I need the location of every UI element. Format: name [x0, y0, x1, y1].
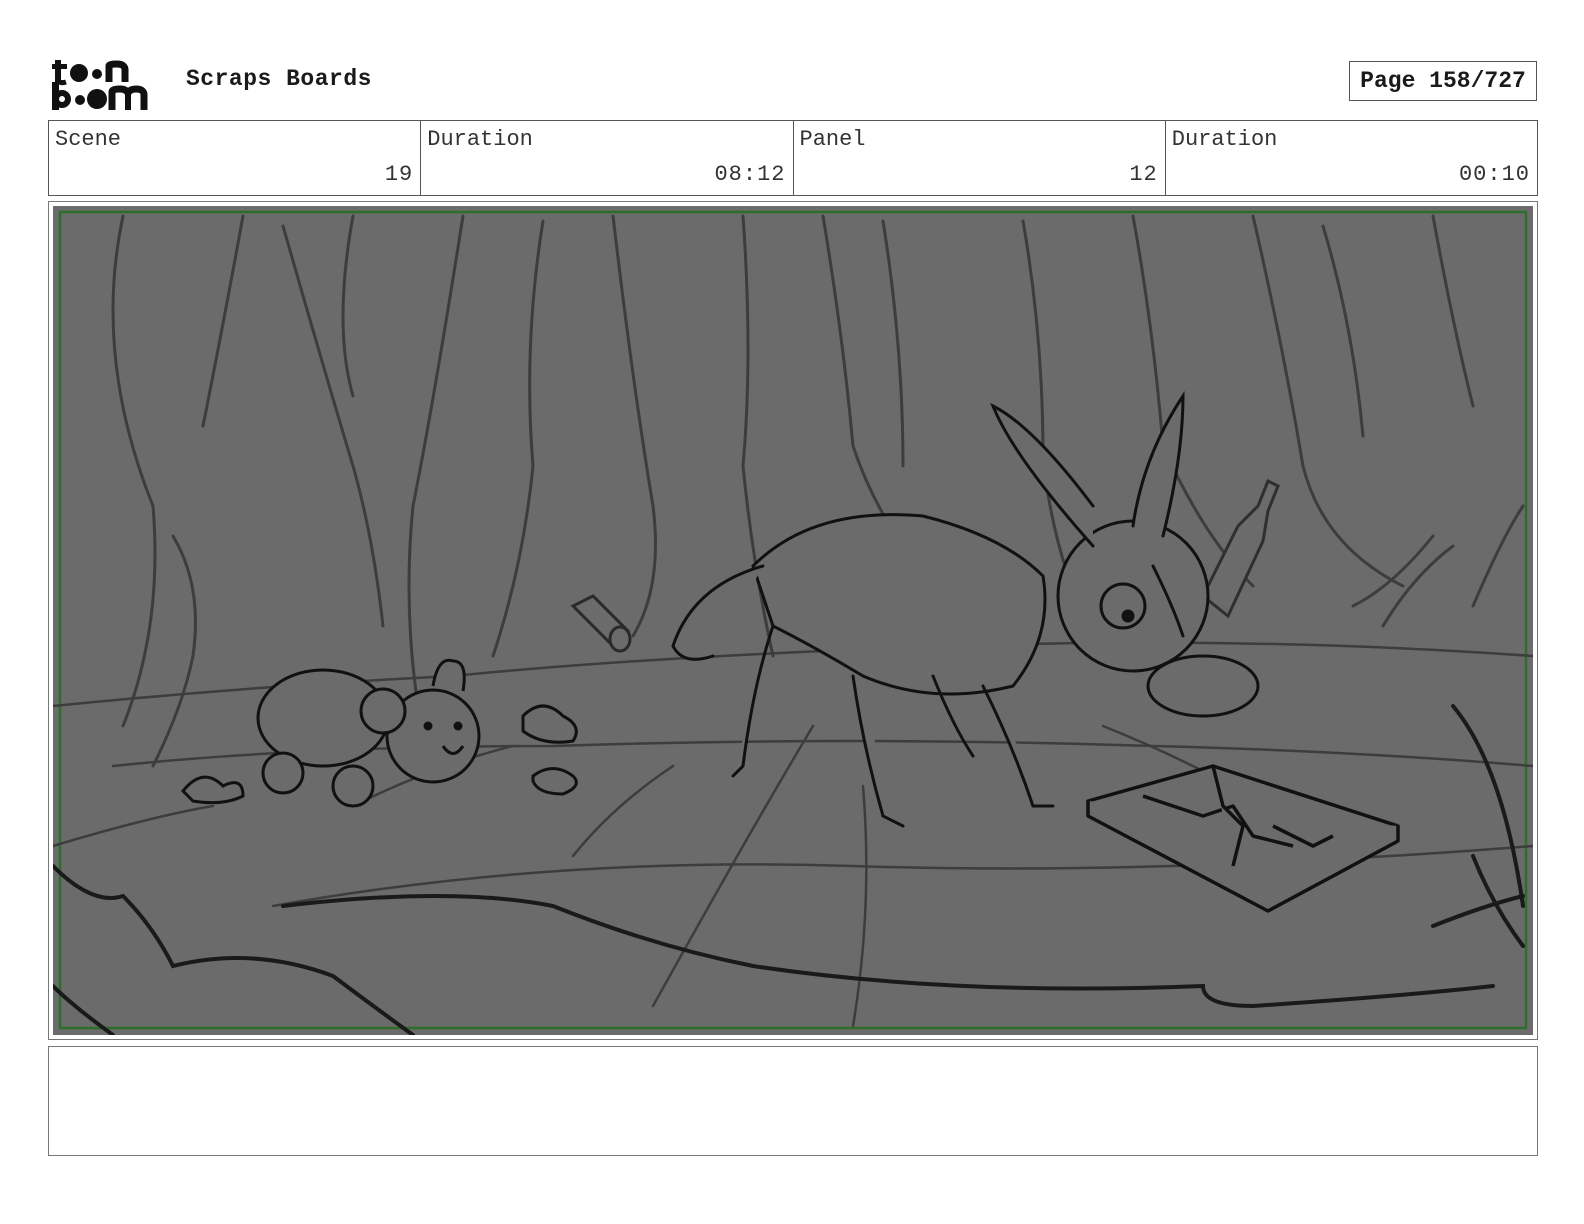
panel-cell: Panel 12 — [794, 121, 1166, 195]
toon-boom-logo — [52, 60, 148, 110]
page-number: Page 158/727 — [1349, 61, 1537, 101]
document-title: Scraps Boards — [186, 66, 372, 92]
storyboard-drawing — [53, 206, 1533, 1035]
panel-notes — [48, 1046, 1538, 1156]
scene-value: 19 — [384, 162, 414, 187]
scene-info-row: Scene 19 Duration 08:12 Panel 12 Duratio… — [48, 120, 1538, 196]
panel-label: Panel — [799, 127, 866, 152]
panel-duration-value: 00:10 — [1458, 162, 1530, 187]
scene-cell: Scene 19 — [49, 121, 422, 195]
scene-label: Scene — [55, 127, 122, 152]
panel-duration-label: Duration — [1171, 127, 1278, 152]
panel-value: 12 — [1129, 162, 1158, 187]
storyboard-panel — [48, 201, 1538, 1040]
scene-duration-label: Duration — [427, 127, 533, 152]
scene-duration-value: 08:12 — [714, 162, 786, 187]
scene-duration-cell: Duration 08:12 — [421, 121, 794, 195]
panel-duration-cell: Duration 00:10 — [1166, 121, 1537, 195]
